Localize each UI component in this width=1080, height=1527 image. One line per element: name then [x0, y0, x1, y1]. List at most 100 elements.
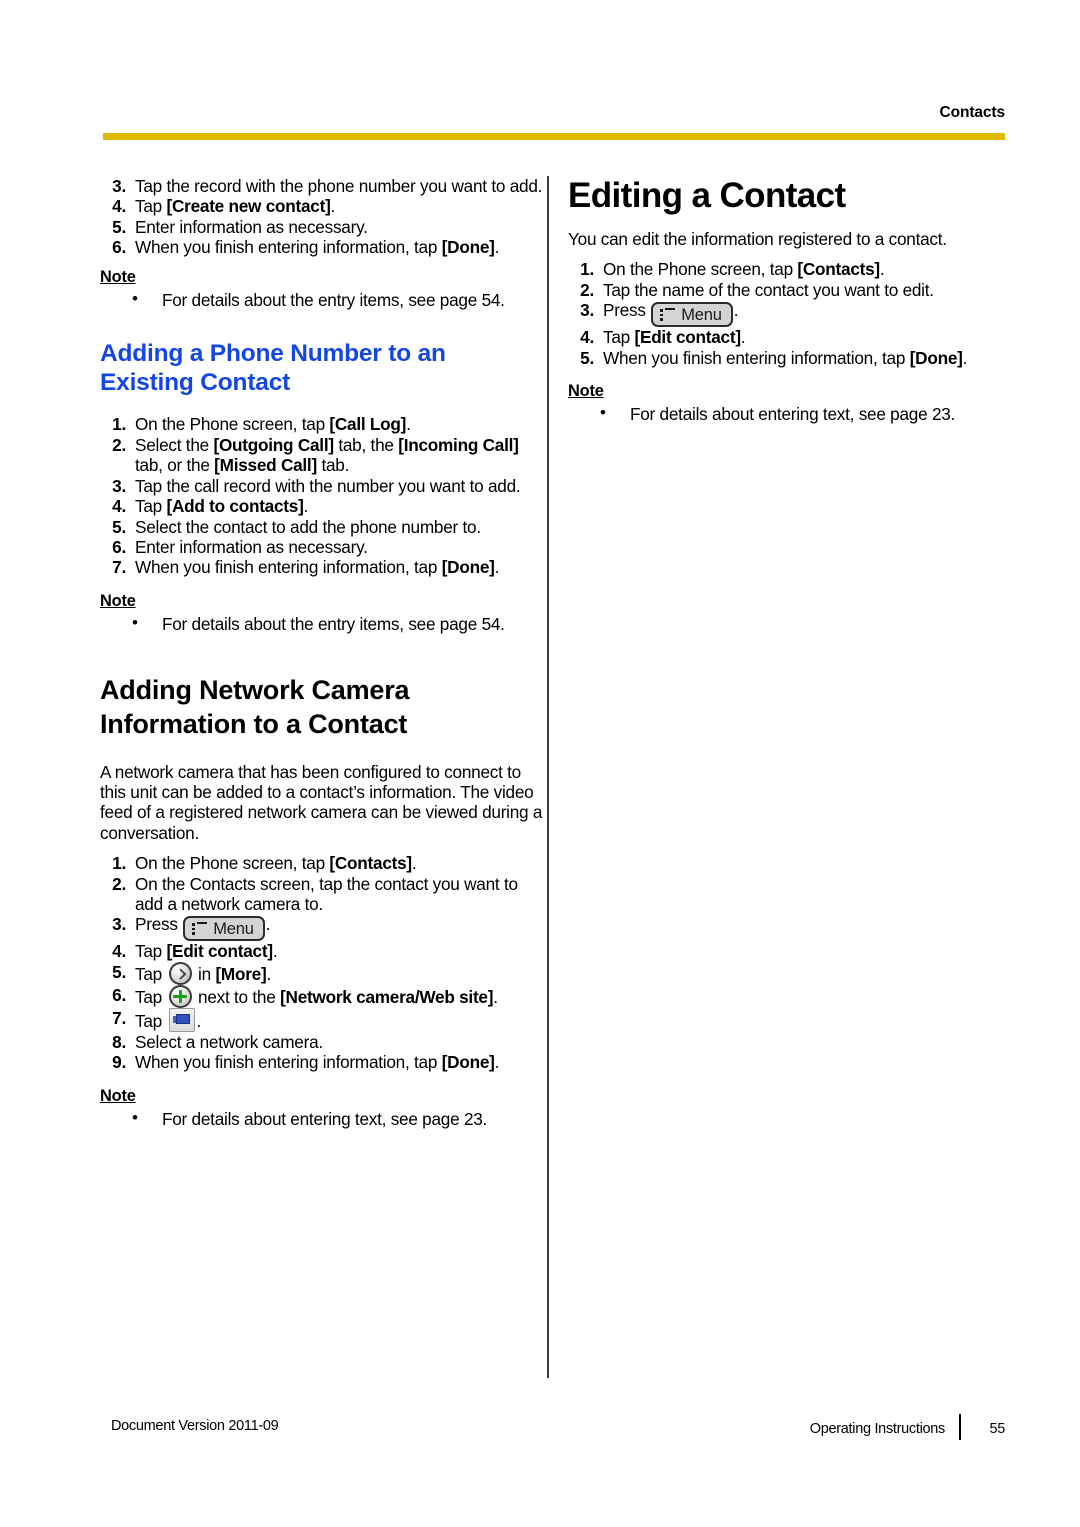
step-number: 5.	[112, 216, 126, 237]
step-text: Tap in [More].	[135, 961, 271, 985]
note-block-1: Note • For details about the entry items…	[100, 268, 545, 310]
step-text: Tap [Edit contact].	[603, 327, 746, 348]
step-number: 4.	[112, 496, 126, 517]
page-header: Contacts	[103, 104, 1005, 140]
step-text: Press Menu.	[603, 300, 1008, 328]
step-number: 5.	[112, 961, 126, 982]
step-text: Select the contact to add the phone numb…	[135, 516, 481, 537]
step-number: 4.	[580, 327, 594, 348]
note-item-list: • For details about entering text, see p…	[100, 1107, 545, 1129]
step-text: On the Phone screen, tap [Contacts].	[603, 259, 885, 280]
bullet-icon: •	[132, 288, 138, 308]
step-number: 6.	[112, 536, 126, 557]
list-item: 4. Tap [Create new contact].	[100, 196, 545, 216]
step-suffix: .	[733, 300, 739, 321]
note-text: For details about the entry items, see p…	[162, 613, 505, 634]
step-text: Enter information as necessary.	[135, 216, 368, 237]
add-plus-icon[interactable]	[168, 984, 192, 1008]
chevron-right-icon[interactable]	[168, 961, 192, 985]
step-number: 3.	[112, 475, 126, 496]
note-text: For details about entering text, see pag…	[630, 404, 956, 425]
step-prefix: Press	[603, 300, 651, 321]
bullet-icon: •	[132, 612, 138, 632]
list-item: • For details about entering text, see p…	[100, 1107, 545, 1129]
step-prefix: Press	[135, 914, 183, 935]
list-item: 4. Tap [Add to contacts].	[100, 496, 545, 516]
editing-intro: You can edit the information registered …	[568, 229, 947, 250]
page-number: 55	[989, 1421, 1005, 1437]
network-camera-intro: A network camera that has been configure…	[100, 761, 543, 843]
note-text: For details about the entry items, see p…	[162, 289, 505, 310]
step-number: 4.	[112, 196, 126, 217]
note-block-2: Note • For details about the entry items…	[100, 592, 545, 634]
phone-number-steps-list: 1. On the Phone screen, tap [Call Log]. …	[100, 414, 545, 578]
list-item: 7. When you finish entering information,…	[100, 557, 545, 577]
list-item: 5. Enter information as necessary.	[100, 217, 545, 237]
note-label: Note	[100, 267, 136, 286]
list-item: 7. Tap .	[100, 1007, 545, 1032]
menu-list-icon	[192, 922, 208, 935]
bullet-icon: •	[600, 403, 606, 423]
heading-adding-network-camera: Adding Network Camera Information to a C…	[100, 675, 410, 740]
note-item-list: • For details about the entry items, see…	[100, 612, 545, 634]
heading-editing-a-contact: Editing a Contact	[568, 176, 846, 215]
step-number: 2.	[112, 873, 126, 894]
network-camera-icon[interactable]	[168, 1007, 195, 1032]
step-text: Tap the record with the phone number you…	[135, 176, 543, 196]
step-number: 1.	[112, 853, 126, 874]
camera-body-shape	[175, 1013, 190, 1024]
list-item: 6. Tap next to the [Network camera/Web s…	[100, 984, 545, 1008]
list-item: 5. Tap in [More].	[100, 961, 545, 985]
list-item: 2. Tap the name of the contact you want …	[568, 280, 1008, 300]
editing-steps-list: 1. On the Phone screen, tap [Contacts]. …	[568, 259, 1008, 368]
step-text: On the Phone screen, tap [Call Log].	[135, 414, 411, 435]
list-item: 2. On the Contacts screen, tap the conta…	[100, 874, 545, 915]
step-number: 3.	[112, 914, 126, 935]
note-block-right: Note • For details about entering text, …	[568, 382, 1008, 424]
step-number: 4.	[112, 941, 126, 962]
step-number: 3.	[112, 176, 126, 196]
step-text: Press Menu.	[135, 914, 545, 942]
step-text: Tap next to the [Network camera/Web site…	[135, 984, 498, 1008]
step-text: When you finish entering information, ta…	[135, 557, 500, 578]
manual-name: Operating Instructions	[809, 1421, 946, 1437]
step-number: 3.	[580, 300, 594, 321]
step-text: Tap [Add to contacts].	[135, 496, 309, 517]
note-label: Note	[100, 591, 136, 610]
note-label: Note	[568, 382, 604, 401]
continued-steps-list: 3. Tap the record with the phone number …	[100, 176, 545, 258]
step-prefix: Tap	[135, 1010, 167, 1031]
step-text: Select the [Outgoing Call] tab, the [Inc…	[135, 434, 519, 476]
step-prefix: Tap	[135, 986, 167, 1007]
list-item: 3. Press Menu.	[100, 914, 545, 942]
list-item: • For details about the entry items, see…	[100, 288, 545, 310]
right-column: Editing a Contact You can edit the infor…	[568, 176, 1008, 425]
column-divider	[547, 176, 549, 1378]
bullet-icon: •	[132, 1107, 138, 1127]
list-item: 2. Select the [Outgoing Call] tab, the […	[100, 435, 545, 476]
step-number: 2.	[112, 434, 126, 455]
note-text: For details about entering text, see pag…	[162, 1108, 488, 1129]
note-label: Note	[100, 1086, 136, 1105]
step-text: When you finish entering information, ta…	[135, 1052, 500, 1073]
step-text: Tap the call record with the number you …	[135, 475, 521, 496]
list-item: 1. On the Phone screen, tap [Contacts].	[100, 853, 545, 873]
menu-key-button[interactable]: Menu	[651, 302, 733, 328]
step-text: Tap [Create new contact].	[135, 196, 336, 217]
step-number: 5.	[112, 516, 126, 537]
list-item: 6. When you finish entering information,…	[100, 237, 545, 257]
menu-key-label: Menu	[213, 919, 254, 938]
list-item: 1. On the Phone screen, tap [Call Log].	[100, 414, 545, 434]
step-text: On the Phone screen, tap [Contacts].	[135, 853, 417, 874]
list-item: 4. Tap [Edit contact].	[100, 941, 545, 961]
network-camera-steps-list: 1. On the Phone screen, tap [Contacts]. …	[100, 853, 545, 1073]
header-rule	[103, 133, 1005, 140]
page-footer: Document Version 2011-09 Operating Instr…	[103, 1414, 1005, 1448]
step-text: On the Contacts screen, tap the contact …	[135, 873, 518, 914]
step-number: 2.	[580, 279, 594, 300]
note-block-3: Note • For details about entering text, …	[100, 1087, 545, 1129]
list-item: 5. When you finish entering information,…	[568, 348, 1008, 368]
step-text: When you finish entering information, ta…	[135, 237, 500, 258]
menu-key-button[interactable]: Menu	[183, 916, 265, 942]
step-number: 9.	[112, 1052, 126, 1073]
